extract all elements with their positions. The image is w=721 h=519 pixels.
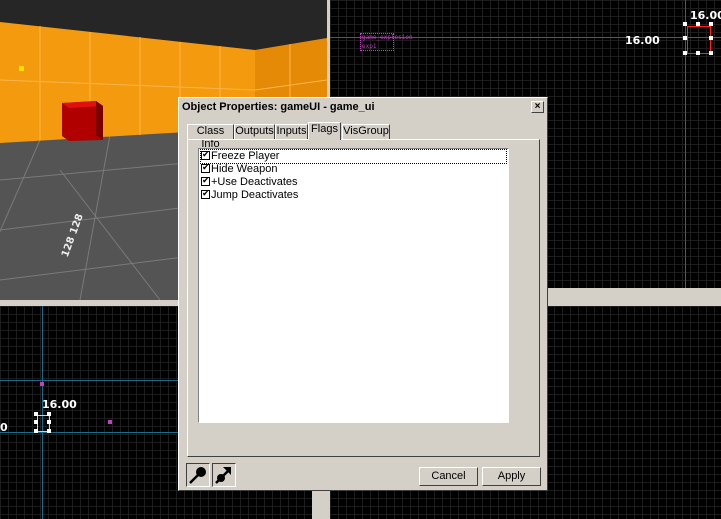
dialog-titlebar[interactable]: Object Properties: gameUI - game_ui × xyxy=(181,100,545,115)
checkbox-checked-icon[interactable]: ✔ xyxy=(201,177,210,186)
eyedropper-icon xyxy=(189,467,206,484)
object-properties-dialog[interactable]: Object Properties: gameUI - game_ui × Cl… xyxy=(178,97,548,491)
apply-button[interactable]: Apply xyxy=(482,467,541,486)
flag-label: Jump Deactivates xyxy=(211,189,299,201)
tab-inputs[interactable]: Inputs xyxy=(275,124,308,139)
coord-label: 16.00 xyxy=(42,398,77,411)
flag-label: Hide Weapon xyxy=(211,163,278,175)
tab-class-info[interactable]: Class Info xyxy=(187,124,234,150)
close-icon: × xyxy=(534,101,541,112)
coord-label-side: 16.00 xyxy=(625,34,660,47)
close-button[interactable]: × xyxy=(531,101,544,113)
tab-outputs[interactable]: Outputs xyxy=(234,124,275,139)
selected-entity-handles-side[interactable] xyxy=(34,412,52,434)
selected-entity-handles[interactable] xyxy=(683,22,715,56)
edge-coord-label: 0 xyxy=(0,421,8,434)
tab-flags[interactable]: Flags xyxy=(308,122,341,140)
pick-entity-button[interactable] xyxy=(186,463,210,487)
dialog-title: Object Properties: gameUI - game_ui xyxy=(182,101,375,113)
flags-list[interactable]: ✔ Freeze Player ✔ Hide Weapon ✔ +Use Dea… xyxy=(198,148,509,423)
coord-label-top: 16.00 xyxy=(690,9,721,22)
flag-item-freeze-player[interactable]: ✔ Freeze Player xyxy=(200,149,507,164)
checkbox-checked-icon[interactable]: ✔ xyxy=(201,190,210,199)
arrow-point-icon xyxy=(215,467,231,484)
tab-visgroup[interactable]: VisGroup xyxy=(342,124,390,139)
pick-point-button[interactable] xyxy=(212,463,236,487)
checkbox-checked-icon[interactable]: ✔ xyxy=(201,164,210,173)
flag-label: Freeze Player xyxy=(211,150,280,162)
flag-label: +Use Deactivates xyxy=(211,176,298,188)
cancel-button[interactable]: Cancel xyxy=(419,467,478,486)
checkbox-checked-icon[interactable]: ✔ xyxy=(201,151,210,160)
